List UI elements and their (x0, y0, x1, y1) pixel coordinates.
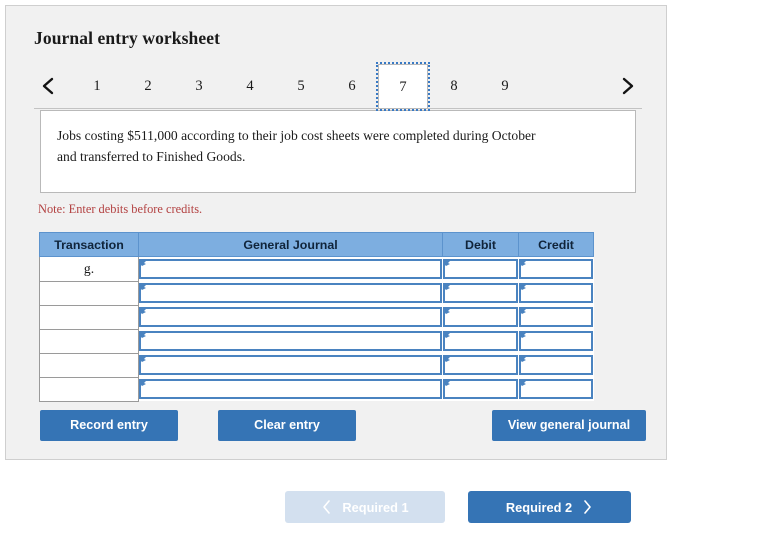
credit-field-cell (518, 256, 594, 281)
worksheet-tab-9[interactable]: 9 (480, 64, 530, 108)
tab-nav-prev-button[interactable] (34, 64, 62, 108)
required-2-label: Required 2 (505, 499, 573, 515)
record-entry-button[interactable]: Record entry (40, 410, 178, 441)
debit-field[interactable] (442, 283, 518, 303)
credit-field[interactable] (518, 355, 593, 375)
transaction-cell (39, 280, 139, 306)
worksheet-tab-7[interactable]: 7 (376, 62, 430, 111)
transaction-cell (39, 304, 139, 330)
general-journal-field-cell (138, 377, 443, 401)
transaction-description-text: Jobs costing $511,000 according to their… (57, 128, 536, 164)
debit-field[interactable] (442, 307, 518, 327)
view-general-journal-button[interactable]: View general journal (492, 410, 646, 441)
column-header-general-journal: General Journal (138, 232, 443, 257)
general-journal-field-cell (138, 329, 443, 353)
required-2-button[interactable]: Required 2 (468, 491, 631, 523)
tab-nav-next-button[interactable] (614, 64, 642, 108)
debit-field[interactable] (442, 355, 518, 375)
journal-entry-table: Transaction General Journal Debit Credit… (39, 232, 594, 402)
journal-entry-table-body: g. (39, 256, 594, 402)
debit-field-cell (442, 281, 519, 305)
debit-field-cell (442, 353, 519, 377)
required-1-label: Required 1 (342, 499, 409, 515)
transaction-cell (39, 328, 139, 354)
credit-field[interactable] (518, 259, 593, 279)
table-row (39, 280, 594, 306)
column-header-debit: Debit (442, 232, 519, 257)
column-header-credit: Credit (518, 232, 594, 257)
transaction-description-box: Jobs costing $511,000 according to their… (40, 110, 636, 193)
chevron-right-icon (621, 76, 635, 96)
debits-before-credits-note: Note: Enter debits before credits. (38, 202, 203, 216)
debit-field-cell (442, 377, 519, 401)
table-row (39, 376, 594, 402)
column-header-transaction: Transaction (39, 232, 139, 257)
debit-field-cell (442, 329, 519, 353)
general-journal-field-cell (138, 353, 443, 377)
general-journal-field-cell (138, 256, 443, 281)
debit-field[interactable] (442, 379, 518, 399)
general-journal-field[interactable] (139, 355, 442, 375)
page-title: Journal entry worksheet (34, 28, 221, 48)
worksheet-tabstrip: 123456789 (34, 62, 642, 111)
credit-field[interactable] (518, 283, 593, 303)
worksheet-tab-4[interactable]: 4 (225, 64, 275, 108)
worksheet-tab-2[interactable]: 2 (123, 64, 173, 108)
worksheet-tab-5[interactable]: 5 (276, 64, 326, 108)
credit-field-cell (518, 353, 594, 377)
required-1-button[interactable]: Required 1 (285, 491, 445, 523)
chevron-left-icon (41, 76, 55, 96)
debit-field[interactable] (442, 259, 518, 279)
worksheet-tab-1[interactable]: 1 (72, 64, 122, 108)
table-row: g. (39, 256, 594, 282)
table-row (39, 304, 594, 330)
chevron-left-icon (321, 499, 332, 515)
credit-field-cell (518, 329, 594, 353)
table-header-row: Transaction General Journal Debit Credit (39, 232, 594, 257)
worksheet-tab-8[interactable]: 8 (429, 64, 479, 108)
credit-field[interactable] (518, 331, 593, 351)
chevron-right-icon (582, 499, 593, 515)
credit-field-cell (518, 281, 594, 305)
transaction-cell (39, 376, 139, 402)
table-row (39, 328, 594, 354)
transaction-cell: g. (39, 256, 139, 282)
debit-field[interactable] (442, 331, 518, 351)
general-journal-field-cell (138, 305, 443, 329)
general-journal-field[interactable] (139, 283, 442, 303)
credit-field[interactable] (518, 379, 593, 399)
general-journal-field[interactable] (139, 259, 442, 279)
clear-entry-button[interactable]: Clear entry (218, 410, 356, 441)
worksheet-tab-3[interactable]: 3 (174, 64, 224, 108)
credit-field[interactable] (518, 307, 593, 327)
transaction-cell (39, 352, 139, 378)
worksheet-tab-6[interactable]: 6 (327, 64, 377, 108)
debit-field-cell (442, 305, 519, 329)
journal-entry-worksheet-panel: Journal entry worksheet 123456789 Jobs c… (5, 5, 667, 460)
credit-field-cell (518, 377, 594, 401)
general-journal-field[interactable] (139, 379, 442, 399)
general-journal-field[interactable] (139, 331, 442, 351)
general-journal-field-cell (138, 281, 443, 305)
debit-field-cell (442, 256, 519, 281)
general-journal-field[interactable] (139, 307, 442, 327)
table-row (39, 352, 594, 378)
credit-field-cell (518, 305, 594, 329)
